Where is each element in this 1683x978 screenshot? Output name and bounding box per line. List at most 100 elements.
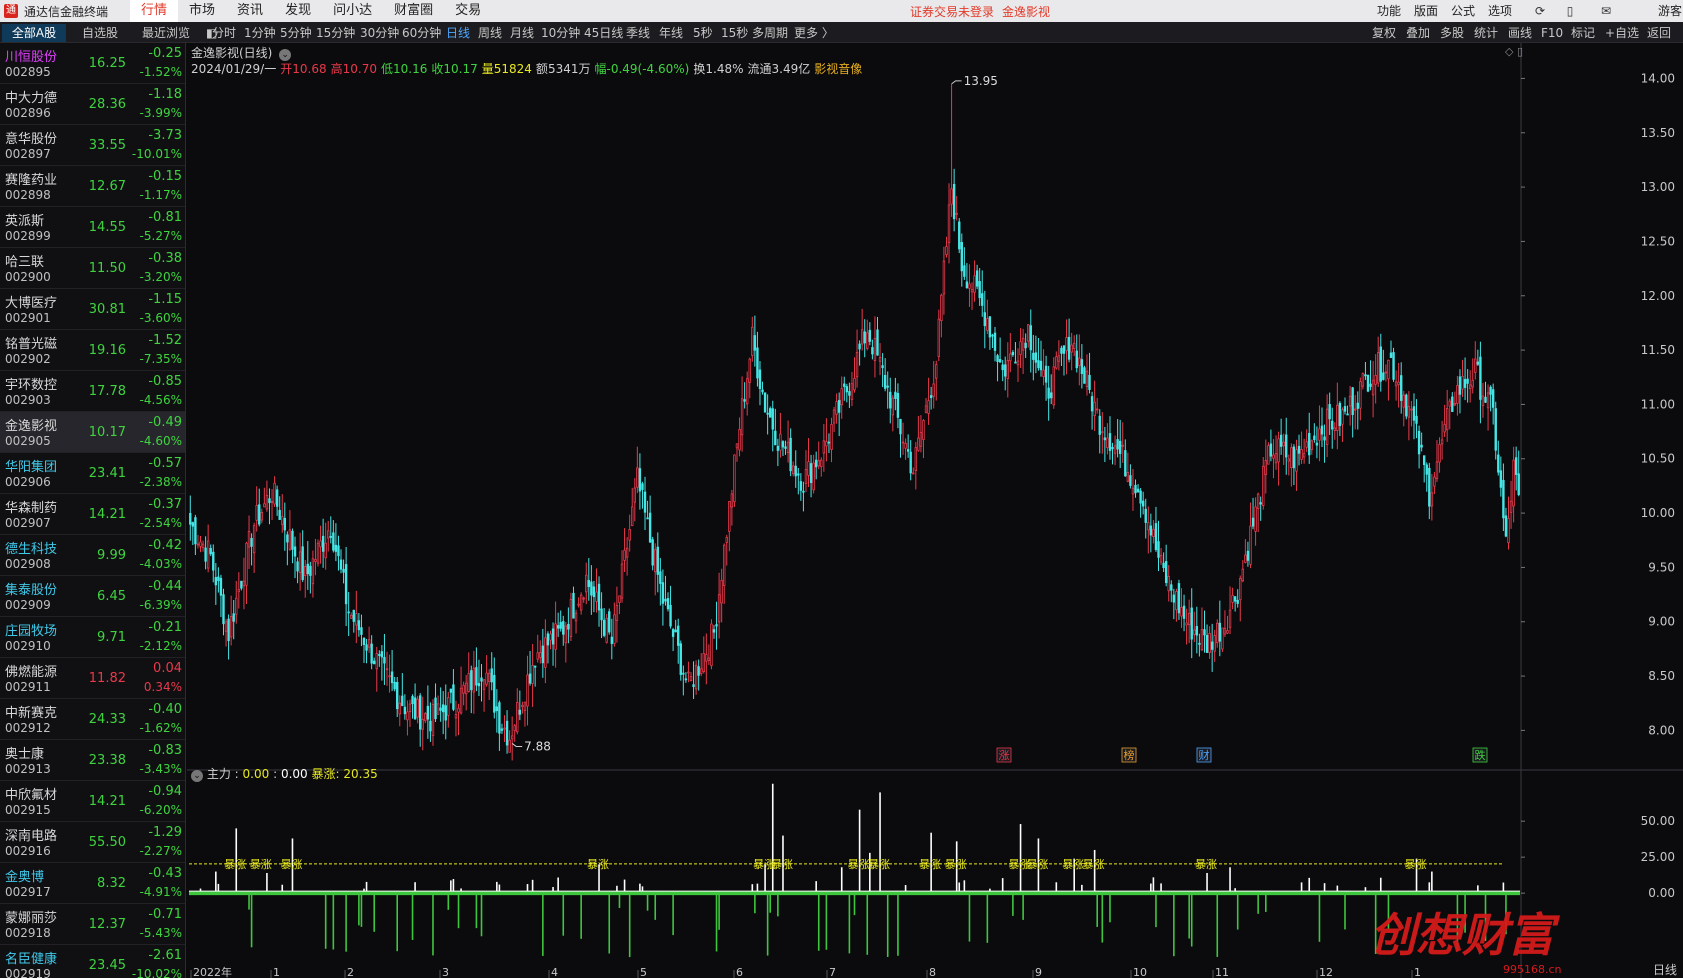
stock-row[interactable]: 意华股份 002897 33.55 -3.73 -10.01% — [0, 125, 185, 166]
menu-options[interactable]: 选项 — [1488, 0, 1512, 22]
stock-row[interactable]: 奥士康 002913 23.38 -0.83 -3.43% — [0, 740, 185, 781]
menu-formula[interactable]: 公式 — [1451, 0, 1475, 22]
stock-row[interactable]: 中大力德 002896 28.36 -1.18 -3.99% — [0, 84, 185, 125]
stock-row[interactable]: 大博医疗 002901 30.81 -1.15 -3.60% — [0, 289, 185, 330]
candle-body — [505, 720, 509, 746]
mail-icon[interactable]: ✉ — [1598, 3, 1614, 19]
stock-row[interactable]: 德生科技 002908 9.99 -0.42 -4.03% — [0, 535, 185, 576]
candle-body — [556, 625, 560, 629]
tool-button-3[interactable]: 统计 — [1474, 24, 1498, 42]
guest-label[interactable]: 游客 — [1658, 0, 1682, 22]
kline-chart[interactable]: 14.00 13.50 13.00 12.50 12.00 11.50 11.00 10.50… — [187, 43, 1683, 978]
candle-body — [467, 673, 470, 692]
stock-row[interactable]: 哈三联 002900 11.50 -0.38 -3.20% — [0, 248, 185, 289]
menu-item-0[interactable]: 行情 — [130, 0, 179, 22]
phone-icon[interactable]: ▯ — [1562, 3, 1578, 19]
stock-change-pct: -10.01% — [131, 147, 182, 161]
tool-button-0[interactable]: 复权 — [1372, 24, 1396, 42]
candle-body — [1343, 406, 1347, 412]
stock-row[interactable]: 铭普光磁 002902 19.16 -1.52 -7.35% — [0, 330, 185, 371]
menu-item-4[interactable]: 问小达 — [322, 0, 383, 22]
candle-body — [753, 335, 757, 351]
period-tab-6[interactable]: 日线 — [446, 24, 470, 42]
stock-row[interactable]: 集泰股份 002909 6.45 -0.44 -6.39% — [0, 576, 185, 617]
quote-line: 2024/01/29/一 开10.68 高10.70 低10.16 收10.17 量518… — [191, 60, 866, 77]
menu-item-6[interactable]: 交易 — [444, 0, 492, 22]
candle-body — [993, 332, 997, 351]
tool-button-8[interactable]: 返回 — [1647, 24, 1671, 42]
stock-row[interactable]: 名臣健康 002919 23.45 -2.61 -10.02% — [0, 945, 185, 978]
menu-function[interactable]: 功能 — [1377, 0, 1401, 22]
candle-body — [258, 504, 261, 525]
menu-layout[interactable]: 版面 — [1414, 0, 1438, 22]
stock-row[interactable]: 中新赛克 002912 24.33 -0.40 -1.62% — [0, 699, 185, 740]
event-marker: 财 — [1199, 748, 1210, 762]
stock-price: 19.16 — [88, 343, 126, 358]
tab-recent[interactable]: 最近浏览 — [134, 24, 198, 42]
candle-body — [298, 551, 302, 573]
period-tab-9[interactable]: 10分钟 — [541, 24, 580, 42]
candle-body — [1223, 627, 1227, 635]
candle-body — [204, 547, 207, 562]
menu-item-3[interactable]: 发现 — [274, 0, 322, 22]
period-tab-15[interactable]: 多周期 — [752, 24, 788, 42]
stock-row[interactable]: 庄园牧场 002910 9.71 -0.21 -2.12% — [0, 617, 185, 658]
menu-item-5[interactable]: 财富圈 — [383, 0, 444, 22]
indicator-chevron-icon[interactable]: ⌄ — [191, 770, 203, 782]
period-tab-3[interactable]: 15分钟 — [316, 24, 355, 42]
tool-button-2[interactable]: 多股 — [1440, 24, 1464, 42]
candle-body — [684, 678, 688, 681]
candle-body — [521, 704, 524, 708]
stock-code: 002899 — [5, 229, 51, 243]
stock-row[interactable]: 中欣氟材 002915 14.21 -0.94 -6.20% — [0, 781, 185, 822]
period-tab-1[interactable]: 1分钟 — [244, 24, 276, 42]
stock-row[interactable]: 金奥博 002917 8.32 -0.43 -4.91% — [0, 863, 185, 904]
candle-body — [868, 329, 872, 342]
period-tab-5[interactable]: 60分钟 — [402, 24, 441, 42]
stock-row[interactable]: 蒙娜丽莎 002918 12.37 -0.71 -5.43% — [0, 904, 185, 945]
candle-body — [592, 586, 596, 598]
candle-body — [809, 463, 813, 483]
period-tab-11[interactable]: 季线 — [626, 24, 650, 42]
stock-row[interactable]: 川恒股份 002895 16.25 -0.25 -1.52% — [0, 43, 185, 84]
login-status[interactable]: 证券交易未登录 — [910, 3, 994, 20]
period-tab-4[interactable]: 30分钟 — [360, 24, 399, 42]
stock-row[interactable]: 佛燃能源 002911 11.82 0.04 0.34% — [0, 658, 185, 699]
candle-body — [1502, 479, 1505, 519]
period-tab-2[interactable]: 5分钟 — [280, 24, 312, 42]
price-tick-label: 13.00 — [1641, 180, 1675, 194]
candle-body — [886, 385, 889, 388]
period-tab-7[interactable]: 周线 — [478, 24, 502, 42]
candle-body — [608, 611, 611, 633]
tool-button-4[interactable]: 画线 — [1508, 24, 1532, 42]
refresh-icon[interactable]: ⟳ — [1532, 3, 1548, 19]
stock-row[interactable]: 华阳集团 002906 23.41 -0.57 -2.38% — [0, 453, 185, 494]
stock-row[interactable]: 华森制药 002907 14.21 -0.37 -2.54% — [0, 494, 185, 535]
tab-all-a-shares[interactable]: 全部A股 — [2, 24, 66, 42]
tool-button-1[interactable]: 叠加 — [1406, 24, 1430, 42]
stock-row[interactable]: 赛隆药业 002898 12.67 -0.15 -1.17% — [0, 166, 185, 207]
menu-item-1[interactable]: 市场 — [178, 0, 226, 22]
candle-body — [1098, 415, 1101, 435]
candle-body — [472, 667, 476, 693]
period-tab-0[interactable]: 分时 — [212, 24, 236, 42]
tab-watchlist[interactable]: 自选股 — [68, 24, 132, 42]
tool-button-5[interactable]: F10 — [1541, 24, 1563, 42]
x-axis-label: 6 — [736, 966, 743, 978]
stock-row[interactable]: 深南电路 002916 55.50 -1.29 -2.27% — [0, 822, 185, 863]
period-tab-13[interactable]: 5秒 — [693, 24, 713, 42]
period-tab-12[interactable]: 年线 — [659, 24, 683, 42]
candle-body — [1111, 446, 1114, 450]
stock-row[interactable]: 宇环数控 002903 17.78 -0.85 -4.56% — [0, 371, 185, 412]
stock-row[interactable]: 英派斯 002899 14.55 -0.81 -5.27% — [0, 207, 185, 248]
tool-button-6[interactable]: 标记 — [1571, 24, 1595, 42]
period-tab-10[interactable]: 45日线 — [584, 24, 623, 42]
tool-button-7[interactable]: +自选 — [1605, 24, 1639, 42]
candle-body — [940, 294, 943, 322]
min-price-label: 7.88 — [524, 739, 551, 753]
period-tab-16[interactable]: 更多 〉 — [794, 24, 834, 42]
period-tab-8[interactable]: 月线 — [510, 24, 534, 42]
stock-row[interactable]: 金逸影视 002905 10.17 -0.49 -4.60% — [0, 412, 185, 453]
period-tab-14[interactable]: 15秒 — [721, 24, 748, 42]
menu-item-2[interactable]: 资讯 — [226, 0, 274, 22]
